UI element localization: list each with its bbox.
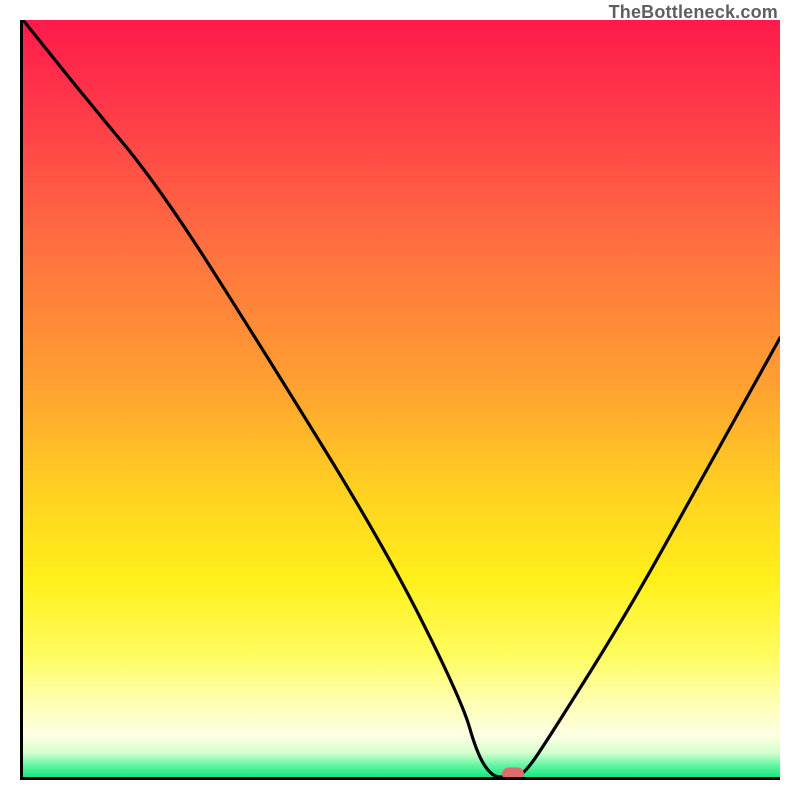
bottleneck-curve: [23, 20, 780, 777]
plot-area: [20, 20, 780, 780]
optimal-marker: [502, 768, 524, 781]
bottleneck-chart: TheBottleneck.com: [0, 0, 800, 800]
